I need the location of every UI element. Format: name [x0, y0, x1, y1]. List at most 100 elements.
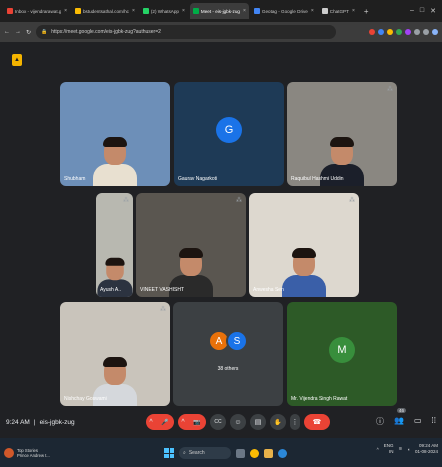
- present-button[interactable]: ▤: [250, 414, 266, 430]
- taskbar-search-label: Search: [188, 450, 205, 456]
- news-widget[interactable]: Top Stories Prince Andrew t...: [4, 447, 50, 458]
- extension-icon[interactable]: [378, 29, 384, 35]
- browser-tab[interactable]: (2) WhatsApp ×: [140, 3, 188, 19]
- raise-hand-button[interactable]: ✋: [270, 414, 286, 430]
- meeting-separator: |: [33, 418, 36, 426]
- tab-close-icon[interactable]: ×: [311, 8, 314, 14]
- participant-tile[interactable]: ⁂ Ayush A..: [96, 193, 133, 297]
- extension-icon[interactable]: [423, 29, 429, 35]
- browser-tab[interactable]: Geotag - Google Drive ×: [251, 3, 317, 19]
- participant-tile[interactable]: Shubham: [60, 82, 170, 186]
- windows-start-icon[interactable]: [164, 448, 174, 458]
- browser-tab[interactable]: ChatGPT ×: [319, 3, 358, 19]
- call-controls: ^ 🎤 ^ 📷 CC ☺ ▤ ✋ ⋮ ☎: [146, 414, 330, 430]
- participant-name: Anwesha Sen: [253, 287, 284, 293]
- chevron-up-icon[interactable]: ^: [377, 447, 379, 452]
- info-icon[interactable]: ⓘ: [376, 416, 384, 427]
- profile-icon[interactable]: [432, 29, 438, 35]
- participant-tile[interactable]: ⁂ Raquibul Hashmi Uddin: [287, 82, 397, 186]
- reactions-button[interactable]: ☺: [230, 414, 246, 430]
- browser-tab-bar: Inbox - vijendrarawat.gp@×bstudentsathal…: [0, 0, 442, 22]
- people-count-badge: 46: [397, 408, 407, 413]
- tab-favicon-icon: [75, 8, 81, 14]
- more-options-button[interactable]: ⋮: [290, 414, 300, 430]
- mic-off-icon: 🎤: [161, 419, 169, 426]
- hand-icon: ✋: [274, 419, 282, 426]
- present-icon: ▤: [254, 419, 262, 426]
- extension-icon[interactable]: [396, 29, 402, 35]
- browser-tab[interactable]: bstudentsathal.com/hc ×: [72, 3, 138, 19]
- new-tab-button[interactable]: +: [364, 7, 369, 16]
- captions-button[interactable]: CC: [210, 414, 226, 430]
- tab-close-icon[interactable]: ×: [64, 8, 67, 14]
- mic-toggle-button[interactable]: 🎤: [156, 414, 174, 430]
- muted-mic-icon: ⁂: [236, 198, 242, 204]
- meeting-side-controls: ⓘ 👥 46 ▭ ⁞⁞: [376, 408, 436, 427]
- camera-toggle-button[interactable]: 📷: [188, 414, 206, 430]
- participant-name: VINEET VASHISHT: [140, 287, 184, 293]
- extensions-area: [369, 29, 438, 35]
- edge-icon[interactable]: [278, 448, 287, 458]
- activities-icon[interactable]: ⁞⁞: [432, 416, 436, 427]
- chrome-icon[interactable]: [250, 448, 259, 458]
- back-icon[interactable]: ←: [4, 29, 10, 35]
- tab-label: Meet - eis-jgbk-zug: [200, 8, 240, 14]
- language-indicator[interactable]: ENG IN: [384, 443, 394, 455]
- meeting-time: 9:24 AM: [6, 418, 30, 426]
- browser-tab[interactable]: Inbox - vijendrarawat.gp@×: [4, 3, 70, 19]
- participant-video: [93, 137, 137, 186]
- maximize-icon[interactable]: □: [420, 7, 424, 15]
- participant-tile[interactable]: ⁂ Nishchay Goswami: [60, 302, 170, 406]
- more-icon: ⋮: [291, 419, 299, 426]
- tab-label: Inbox - vijendrarawat.gp@: [15, 8, 62, 14]
- taskbar-search[interactable]: ⌕ Search: [179, 447, 231, 459]
- task-view-icon[interactable]: [236, 448, 245, 458]
- extension-icon[interactable]: [405, 29, 411, 35]
- people-icon: 👥: [394, 416, 404, 425]
- leave-call-button[interactable]: ☎: [304, 414, 330, 430]
- url-input[interactable]: 🔒 https://meet.google.com/eis-jgbk-zug?a…: [36, 25, 337, 39]
- clock[interactable]: 09:24 AM 01-08-2024: [415, 443, 438, 455]
- participant-name: Mr. Vijendra Singh Rawat: [291, 396, 348, 402]
- forward-icon[interactable]: →: [15, 29, 21, 35]
- camera-options-button[interactable]: ^: [178, 414, 188, 430]
- participant-name: Nishchay Goswami: [64, 396, 107, 402]
- tab-close-icon[interactable]: ×: [352, 8, 355, 14]
- muted-mic-icon: ⁂: [160, 307, 166, 313]
- participant-tile[interactable]: ⁂ VINEET VASHISHT: [136, 193, 246, 297]
- lock-icon: 🔒: [41, 29, 48, 35]
- participant-name: Gaurav Nagarkoti: [178, 176, 218, 182]
- extension-icon[interactable]: [387, 29, 393, 35]
- chat-icon[interactable]: ▭: [414, 416, 422, 427]
- extension-icon[interactable]: [414, 29, 420, 35]
- extension-icon[interactable]: [369, 29, 375, 35]
- language-region: IN: [388, 449, 394, 454]
- wifi-icon[interactable]: ≋: [398, 446, 402, 452]
- reload-icon[interactable]: ↻: [26, 29, 31, 36]
- mic-options-button[interactable]: ^: [146, 414, 156, 430]
- participant-name: 38 others: [217, 366, 239, 372]
- camera-off-icon: 📷: [193, 419, 201, 426]
- participant-tile[interactable]: G Gaurav Nagarkoti: [174, 82, 284, 186]
- participant-tile[interactable]: M Mr. Vijendra Singh Rawat: [287, 302, 397, 406]
- file-explorer-icon[interactable]: [264, 448, 273, 458]
- participant-name: Ayush A..: [100, 287, 122, 293]
- tab-close-icon[interactable]: ×: [243, 8, 246, 14]
- meeting-info-flag-icon[interactable]: ▲: [12, 54, 22, 66]
- tab-label: ChatGPT: [329, 8, 349, 14]
- phone-hangup-icon: ☎: [312, 419, 322, 426]
- participant-tile[interactable]: A S 38 others: [173, 302, 283, 406]
- participant-tile[interactable]: ⁂ Anwesha Sen: [249, 193, 359, 297]
- captions-icon: CC: [214, 419, 222, 425]
- volume-icon[interactable]: ◖: [407, 447, 410, 452]
- tab-favicon-icon: [7, 8, 13, 14]
- people-button[interactable]: 👥 46: [394, 408, 407, 427]
- emoji-icon: ☺: [234, 418, 242, 426]
- tab-close-icon[interactable]: ×: [182, 8, 185, 14]
- close-icon[interactable]: ✕: [430, 7, 436, 15]
- tab-close-icon[interactable]: ×: [132, 8, 135, 14]
- screen: Inbox - vijendrarawat.gp@×bstudentsathal…: [0, 0, 442, 467]
- minimize-icon[interactable]: –: [410, 7, 414, 15]
- browser-tab[interactable]: Meet - eis-jgbk-zug ×: [189, 3, 249, 19]
- system-tray: ^ ENG IN ≋ ◖ 09:24 AM 01-08-2024: [377, 443, 438, 455]
